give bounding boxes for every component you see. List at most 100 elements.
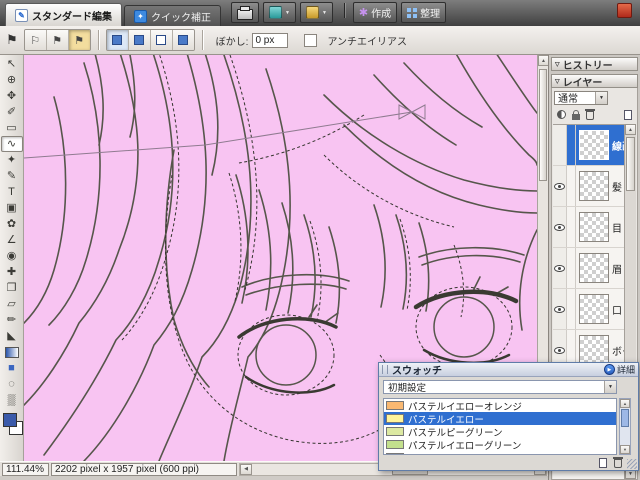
- history-panel-header[interactable]: ▽ ヒストリー: [551, 57, 638, 72]
- layer-row-senga[interactable]: 線画: [553, 125, 624, 166]
- tool-zoom[interactable]: ⊕: [2, 72, 22, 88]
- foreground-color-swatch[interactable]: [2, 413, 17, 427]
- visibility-toggle[interactable]: [553, 207, 567, 247]
- current-tool-icon: ⚑: [6, 32, 18, 47]
- tool-selection-brush[interactable]: ✎: [2, 168, 22, 184]
- layer-name[interactable]: 線画: [612, 138, 624, 153]
- color-swatch-control[interactable]: [0, 411, 24, 441]
- add-selection-button[interactable]: [128, 30, 151, 50]
- magnetic-lasso-button[interactable]: ⚑: [68, 30, 90, 50]
- feather-input[interactable]: 0 px: [252, 32, 289, 48]
- lasso-button[interactable]: ⚐: [24, 30, 47, 50]
- lock-icon[interactable]: [572, 109, 580, 120]
- intersect-selection-button[interactable]: [172, 30, 194, 50]
- layer-thumbnail[interactable]: [579, 212, 609, 242]
- scroll-up-button[interactable]: ▲: [625, 124, 636, 135]
- layer-thumbnail[interactable]: [579, 335, 609, 365]
- tab-quick-fix[interactable]: ✦ クイック補正: [124, 5, 221, 26]
- create-button[interactable]: ✱ 作成: [352, 2, 398, 23]
- layers-panel-header[interactable]: ▽ レイヤー: [551, 74, 638, 89]
- tool-sponge[interactable]: ▒: [2, 392, 22, 408]
- tool-rect-marquee[interactable]: ▭: [2, 120, 22, 136]
- tool-red-eye[interactable]: ◉: [2, 248, 22, 264]
- tool-magic-wand[interactable]: ✦: [2, 152, 22, 168]
- polygon-lasso-icon: ⚑: [52, 34, 63, 47]
- layer-thumbnail[interactable]: [579, 253, 609, 283]
- layer-row-kuchi-hana[interactable]: 口 鼻: [553, 289, 624, 330]
- polygon-lasso-button[interactable]: ⚑: [46, 30, 69, 50]
- layer-name[interactable]: 眉: [612, 261, 622, 276]
- visibility-toggle[interactable]: [553, 248, 567, 288]
- scroll-up-button[interactable]: ▲: [620, 399, 630, 408]
- blend-mode-select[interactable]: 通常 ▼: [554, 90, 608, 105]
- tool-blur[interactable]: ◌: [2, 376, 22, 392]
- visibility-toggle[interactable]: [553, 125, 567, 165]
- layer-row-mayu[interactable]: 眉: [553, 248, 624, 289]
- new-selection-button[interactable]: [106, 30, 129, 50]
- new-swatch-icon[interactable]: [599, 457, 607, 468]
- scroll-down-icon: ▼: [628, 470, 633, 477]
- tool-options-bar: ⚑ ⚐ ⚑ ⚑ ぼかし: 0 px アンチエイリアス: [0, 26, 640, 55]
- layers-scroll-thumb[interactable]: [626, 137, 635, 191]
- delete-swatch-icon[interactable]: [613, 457, 623, 468]
- scroll-down-button[interactable]: ▼: [620, 445, 630, 454]
- magic-wand-icon: ✦: [6, 153, 17, 166]
- tool-crop[interactable]: ▣: [2, 200, 22, 216]
- top-bar: ✎ スタンダード編集 ✦ クイック補正 ▼ ▼ ✱ 作成 整理: [0, 0, 640, 26]
- tool-type[interactable]: T: [2, 184, 22, 200]
- layer-thumbnail[interactable]: [579, 294, 609, 324]
- paint-bucket-icon: ◣: [7, 329, 16, 342]
- swatch-row[interactable]: パステルイエローグリーン: [384, 438, 616, 452]
- visibility-toggle[interactable]: [553, 289, 567, 329]
- share-button[interactable]: ▼: [263, 2, 296, 23]
- delete-layer-icon[interactable]: [585, 109, 595, 120]
- swatch-row-selected[interactable]: パステルイエロー: [384, 412, 616, 426]
- magnetic-lasso-icon: ⚑: [74, 34, 85, 47]
- rect-marquee-icon: ▭: [6, 121, 17, 134]
- tool-straighten[interactable]: ∠: [2, 232, 22, 248]
- drag-grip-icon[interactable]: [382, 365, 388, 374]
- antialias-checkbox[interactable]: [304, 33, 318, 47]
- visibility-toggle[interactable]: [553, 166, 567, 206]
- organize-button[interactable]: 整理: [401, 2, 447, 23]
- zoom-level-field[interactable]: 111.44%: [2, 462, 49, 476]
- scroll-left-button[interactable]: ◀: [240, 463, 252, 475]
- tool-hand[interactable]: ✥: [2, 88, 22, 104]
- layer-name[interactable]: 目: [612, 220, 622, 235]
- more-circle-icon: ▶: [603, 364, 615, 375]
- swatch-row[interactable]: パステルイエローオレンジ: [384, 399, 616, 413]
- swatches-title-bar[interactable]: スウォッチ ▶ 詳細: [379, 363, 638, 377]
- photo-download-button[interactable]: ▼: [299, 2, 333, 23]
- layer-name[interactable]: 髪: [612, 179, 622, 194]
- layer-thumbnail[interactable]: [579, 171, 609, 201]
- tool-clone-stamp[interactable]: ❐: [2, 280, 22, 296]
- layer-row-me[interactable]: 目: [553, 207, 624, 248]
- tool-move[interactable]: ↖: [2, 56, 22, 72]
- swatches-more-button[interactable]: ▶ 詳細: [603, 363, 635, 376]
- resize-grip[interactable]: [627, 459, 637, 469]
- subtract-selection-button[interactable]: [150, 30, 173, 50]
- swatch-preset-select[interactable]: 初期設定 ▼: [383, 380, 617, 394]
- new-layer-icon[interactable]: [624, 109, 632, 120]
- tab-standard-edit[interactable]: ✎ スタンダード編集: [5, 3, 122, 26]
- tool-eraser[interactable]: ▱: [2, 296, 22, 312]
- vertical-scroll-thumb[interactable]: [539, 69, 547, 181]
- swatch-scroll-thumb[interactable]: [621, 409, 629, 427]
- tool-cookie-cutter[interactable]: ✿: [2, 216, 22, 232]
- layer-row-kami[interactable]: 髪: [553, 166, 624, 207]
- swatch-row[interactable]: パステルピーグリーン: [384, 425, 616, 439]
- layer-name[interactable]: ボタン: [612, 343, 624, 358]
- tool-healing-brush[interactable]: ✚: [2, 264, 22, 280]
- tool-lasso[interactable]: ∿: [0, 136, 23, 152]
- tool-shape[interactable]: ■: [2, 360, 22, 376]
- swatch-scrollbar[interactable]: ▲ ▼: [619, 398, 631, 455]
- tool-brush[interactable]: ✏: [2, 312, 22, 328]
- tool-gradient[interactable]: ■: [2, 344, 22, 360]
- tool-eyedropper[interactable]: ✐: [2, 104, 22, 120]
- tool-paint-bucket[interactable]: ◣: [2, 328, 22, 344]
- chevron-down-icon: ▼: [285, 9, 290, 16]
- layer-thumbnail[interactable]: [579, 130, 609, 160]
- print-button[interactable]: [231, 2, 259, 23]
- adjustment-layer-icon[interactable]: [557, 110, 566, 119]
- layer-name[interactable]: 口 鼻: [612, 302, 624, 317]
